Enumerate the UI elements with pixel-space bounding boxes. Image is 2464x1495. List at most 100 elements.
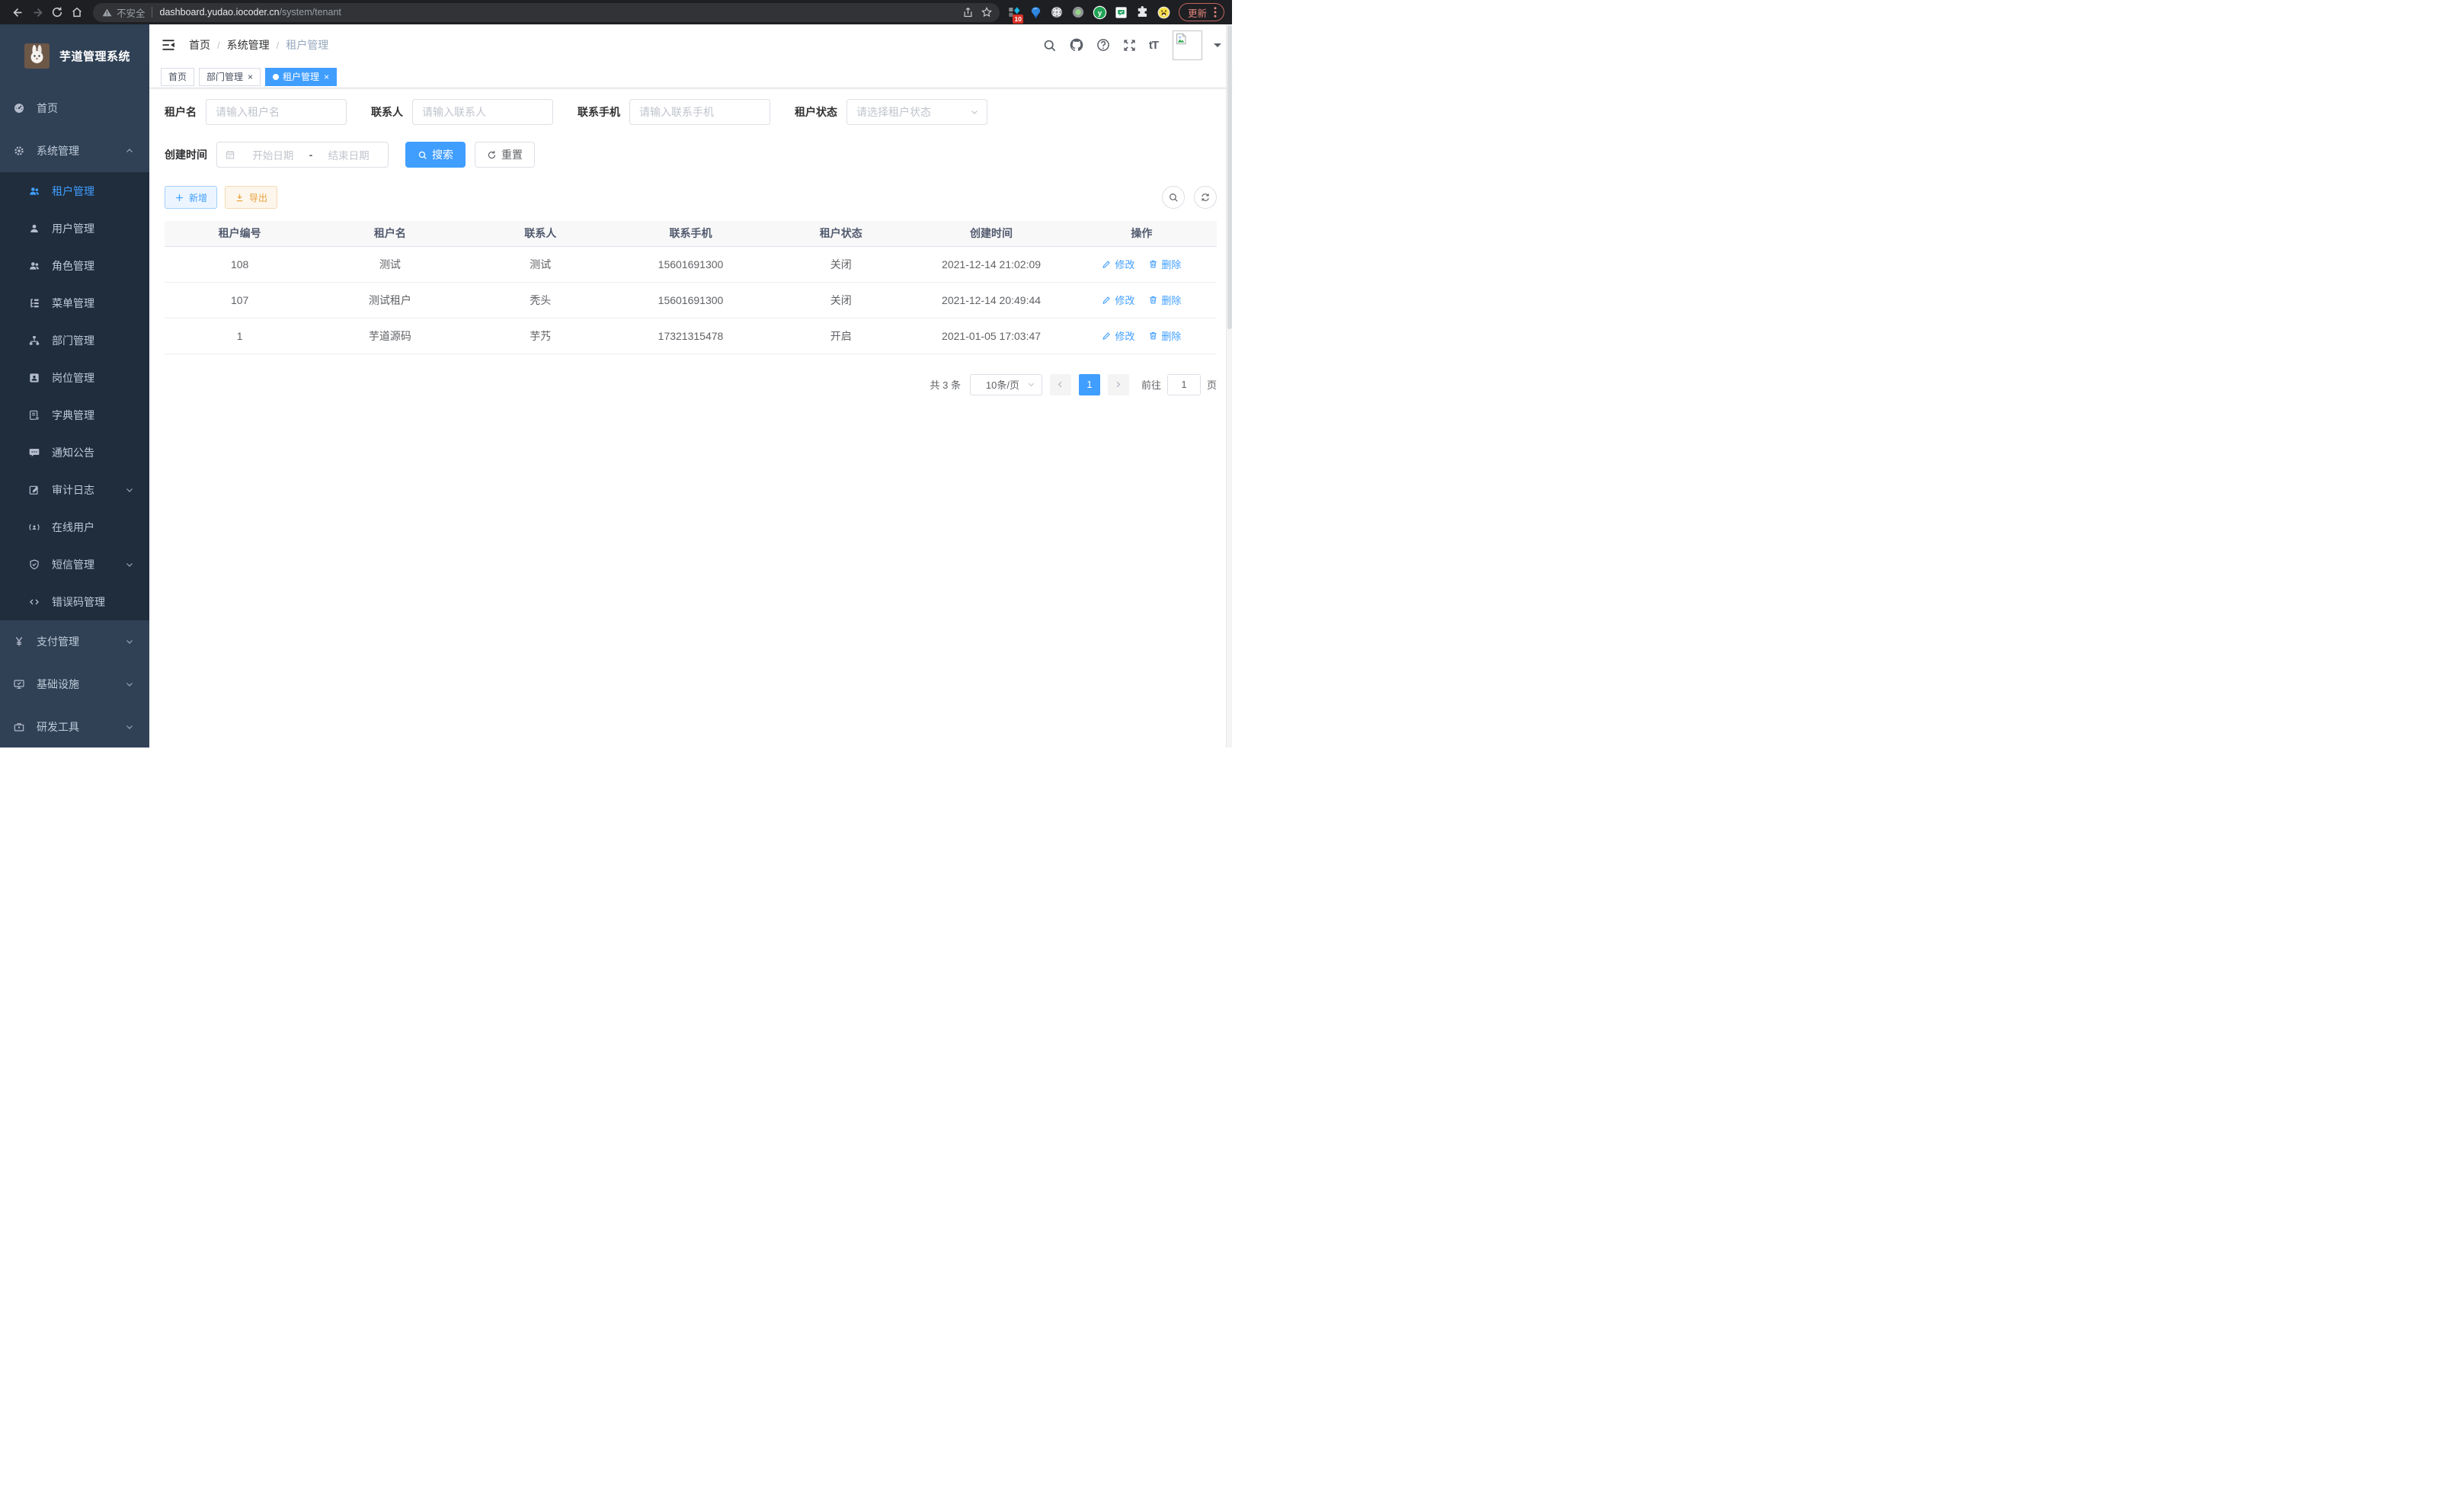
security-label: 不安全 bbox=[117, 5, 146, 20]
extensions-puzzle-icon[interactable] bbox=[1135, 5, 1150, 20]
share-icon[interactable] bbox=[959, 3, 978, 21]
extension-icon-6[interactable] bbox=[1114, 5, 1128, 20]
sidebar-collapse-icon[interactable] bbox=[161, 37, 176, 53]
sidebar-item-audit[interactable]: 审计日志 bbox=[0, 471, 149, 508]
sidebar-item-user[interactable]: 用户管理 bbox=[0, 210, 149, 247]
cell-tenant-id: 1 bbox=[165, 318, 315, 354]
extension-icon-1[interactable]: 10 bbox=[1007, 5, 1022, 20]
sidebar-item-home[interactable]: 首页 bbox=[0, 87, 149, 130]
app-logo[interactable]: 芋道管理系统 bbox=[0, 24, 149, 87]
contact-input[interactable] bbox=[412, 99, 553, 125]
create-time-range-picker[interactable]: 开始日期 - 结束日期 bbox=[216, 142, 389, 168]
date-separator: - bbox=[305, 149, 318, 161]
page-scrollbar[interactable] bbox=[1226, 24, 1232, 748]
cell-operations: 修改删除 bbox=[1067, 246, 1217, 282]
sidebar-item-notice[interactable]: 通知公告 bbox=[0, 434, 149, 471]
calendar-icon bbox=[225, 149, 235, 160]
sidebar-item-pay[interactable]: 支付管理 bbox=[0, 620, 149, 663]
browser-update-button[interactable]: 更新 bbox=[1179, 3, 1224, 21]
next-page-button[interactable] bbox=[1108, 374, 1129, 395]
tab-dept[interactable]: 部门管理 × bbox=[199, 68, 261, 86]
bookmark-star-icon[interactable] bbox=[978, 3, 996, 21]
address-bar[interactable]: 不安全 dashboard.yudao.iocoder.cn/system/te… bbox=[93, 3, 1000, 22]
sidebar-item-online[interactable]: 在线用户 bbox=[0, 508, 149, 546]
status-select[interactable]: 请选择租户状态 bbox=[846, 99, 987, 125]
app-logo-image bbox=[24, 43, 50, 69]
tenant-name-input[interactable] bbox=[206, 99, 347, 125]
sidebar-item-menu[interactable]: 菜单管理 bbox=[0, 284, 149, 322]
delete-link[interactable]: 删除 bbox=[1148, 328, 1181, 343]
edit-icon bbox=[1102, 259, 1112, 269]
browser-home-button[interactable] bbox=[67, 2, 87, 22]
sidebar-item-dept[interactable]: 部门管理 bbox=[0, 322, 149, 359]
sidebar-item-post[interactable]: 岗位管理 bbox=[0, 359, 149, 396]
extension-icon-2[interactable] bbox=[1029, 5, 1043, 20]
sidebar-item-dev[interactable]: 研发工具 bbox=[0, 706, 149, 748]
sidebar-item-label: 审计日志 bbox=[52, 482, 125, 498]
tab-close-icon[interactable]: × bbox=[323, 72, 329, 82]
sidebar-item-errcode[interactable]: 错误码管理 bbox=[0, 583, 149, 620]
chevron-down-icon bbox=[970, 107, 979, 117]
page-number-1[interactable]: 1 bbox=[1079, 374, 1100, 395]
sidebar-item-sms[interactable]: 短信管理 bbox=[0, 546, 149, 583]
sidebar-item-role[interactable]: 角色管理 bbox=[0, 247, 149, 284]
refresh-table-button[interactable] bbox=[1194, 186, 1217, 209]
status-select-placeholder: 请选择租户状态 bbox=[856, 104, 970, 120]
font-size-icon[interactable]: tT bbox=[1149, 39, 1158, 52]
toolbox-icon bbox=[13, 721, 25, 733]
mobile-input[interactable] bbox=[629, 99, 770, 125]
create-time-label: 创建时间 bbox=[165, 147, 207, 162]
fullscreen-icon[interactable] bbox=[1122, 37, 1138, 53]
table-header-row: 租户编号 租户名 联系人 联系手机 租户状态 创建时间 操作 bbox=[165, 221, 1217, 246]
edit-link[interactable]: 修改 bbox=[1102, 257, 1134, 271]
browser-forward-button[interactable] bbox=[27, 2, 47, 22]
extension-icon-4[interactable] bbox=[1071, 5, 1086, 20]
scrollbar-thumb[interactable] bbox=[1227, 25, 1232, 329]
kebab-menu-icon bbox=[1214, 7, 1217, 18]
export-button[interactable]: 导出 bbox=[225, 186, 277, 209]
breadcrumb-home[interactable]: 首页 bbox=[189, 37, 210, 53]
edit-link[interactable]: 修改 bbox=[1102, 293, 1134, 307]
delete-link[interactable]: 删除 bbox=[1148, 293, 1181, 307]
tab-tenant[interactable]: 租户管理 × bbox=[265, 68, 337, 86]
github-icon[interactable] bbox=[1069, 37, 1084, 53]
show-search-toggle-button[interactable] bbox=[1162, 186, 1185, 209]
refresh-icon bbox=[1200, 192, 1211, 203]
breadcrumb-system[interactable]: 系统管理 bbox=[227, 37, 270, 53]
cell-operations: 修改删除 bbox=[1067, 282, 1217, 318]
sidebar-menu: 首页 系统管理 租户管理 bbox=[0, 87, 149, 748]
status-label: 租户状态 bbox=[795, 104, 837, 120]
browser-back-button[interactable] bbox=[8, 2, 27, 22]
cell-status: 开启 bbox=[766, 318, 916, 354]
sidebar-item-infra[interactable]: 基础设施 bbox=[0, 663, 149, 706]
browser-reload-button[interactable] bbox=[47, 2, 67, 22]
user-icon bbox=[28, 222, 40, 235]
page-size-select[interactable]: 10条/页 bbox=[970, 374, 1042, 395]
help-icon[interactable] bbox=[1096, 37, 1111, 53]
edit-link[interactable]: 修改 bbox=[1102, 328, 1134, 343]
sidebar-item-label: 首页 bbox=[37, 101, 134, 116]
breadcrumb-current: 租户管理 bbox=[286, 37, 328, 53]
user-avatar[interactable] bbox=[1173, 30, 1202, 60]
prev-page-button[interactable] bbox=[1050, 374, 1071, 395]
extension-icon-5[interactable]: y bbox=[1093, 5, 1107, 20]
sidebar-item-tenant[interactable]: 租户管理 bbox=[0, 172, 149, 210]
search-icon[interactable] bbox=[1042, 37, 1058, 53]
sidebar-item-dict[interactable]: 字典管理 bbox=[0, 396, 149, 434]
search-button[interactable]: 搜索 bbox=[405, 142, 466, 168]
search-icon bbox=[418, 150, 427, 160]
reset-button[interactable]: 重置 bbox=[475, 142, 535, 168]
extension-icon-3[interactable] bbox=[1050, 5, 1064, 20]
tab-close-icon[interactable]: × bbox=[247, 72, 253, 82]
extension-badge: 10 bbox=[1013, 14, 1023, 24]
caret-down-icon[interactable] bbox=[1214, 43, 1221, 51]
profile-avatar-icon[interactable] bbox=[1157, 5, 1171, 20]
sidebar-item-system[interactable]: 系统管理 bbox=[0, 130, 149, 172]
add-button[interactable]: 新增 bbox=[165, 186, 217, 209]
sidebar-item-label: 系统管理 bbox=[37, 143, 125, 158]
cell-create-time: 2021-01-05 17:03:47 bbox=[916, 318, 1066, 354]
tab-home[interactable]: 首页 bbox=[161, 68, 194, 86]
delete-link[interactable]: 删除 bbox=[1148, 257, 1181, 271]
active-tab-dot bbox=[273, 74, 279, 80]
goto-page-input[interactable] bbox=[1167, 374, 1201, 395]
